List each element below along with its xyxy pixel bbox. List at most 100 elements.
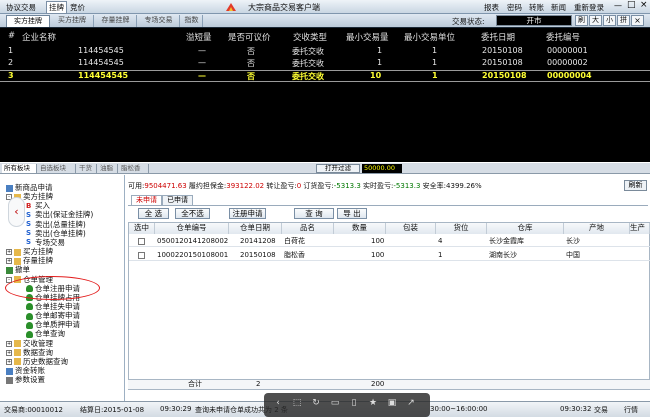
tree-item[interactable]: 资金转账	[6, 366, 45, 375]
tree-item[interactable]: 仓单邮寄申请	[26, 311, 80, 320]
column-header-producer[interactable]: 生产	[630, 223, 650, 234]
tree-item-label: 专场交易	[35, 237, 65, 247]
close-icon[interactable]: ×	[640, 0, 648, 10]
tree-item[interactable]: 仓单质押申请	[26, 320, 80, 329]
grid-icon[interactable]: ▣	[386, 397, 398, 409]
tree-item[interactable]: B 买入	[26, 201, 50, 210]
menu-listing[interactable]: 挂牌	[46, 1, 67, 14]
tree-item[interactable]: S 卖出(仓单挂牌)	[26, 229, 86, 238]
tree-item[interactable]: S 卖出(总量挂牌)	[26, 220, 86, 229]
tab-dry-goods[interactable]: 干货	[77, 164, 97, 173]
folder-icon	[14, 349, 21, 357]
tree-item[interactable]: + 买方挂牌	[6, 247, 53, 256]
share-icon[interactable]: ↗	[405, 397, 417, 409]
export-button[interactable]: 导 出	[337, 208, 367, 219]
doc-icon	[6, 184, 13, 192]
column-header-quantity[interactable]: 数量	[334, 223, 386, 234]
tree-item[interactable]: + 交收管理	[6, 339, 53, 348]
query-button[interactable]: 查 询	[294, 208, 334, 219]
column-header-receipt-no[interactable]: 仓单编号	[155, 223, 229, 234]
column-header-packing[interactable]: 包装	[386, 223, 436, 234]
tree-item-label: 新商品申请	[15, 183, 53, 192]
filter-value-box[interactable]: 50000.00	[362, 164, 402, 173]
warehouse-receipt-table	[128, 222, 650, 390]
tab-not-applied[interactable]: 未申请	[131, 195, 162, 205]
tab-stock-listing[interactable]: 存量挂牌	[95, 15, 137, 27]
font-large-button[interactable]: 大	[589, 15, 602, 26]
expand-icon[interactable]: +	[6, 340, 12, 347]
summary-quantity: 200	[371, 380, 385, 388]
tree-item[interactable]: 参数设置	[6, 375, 45, 384]
tree-item[interactable]: S 卖出(保证金挂牌)	[26, 210, 93, 219]
menu-news[interactable]: 新闻	[551, 2, 566, 13]
tab-applied[interactable]: 已申请	[162, 195, 193, 205]
tree-item[interactable]: + 历史数据查询	[6, 357, 68, 366]
minimize-icon[interactable]: —	[614, 1, 622, 10]
person-icon	[26, 330, 33, 338]
order-pl-value: -5313.3	[333, 182, 361, 190]
tree-item-label: 数据查询	[23, 347, 53, 357]
tree-item[interactable]: 新商品申请	[6, 183, 53, 192]
row-checkbox[interactable]	[138, 252, 145, 259]
rotate-icon[interactable]: ↻	[310, 397, 322, 409]
expand-icon[interactable]: +	[6, 349, 12, 356]
tree-item[interactable]: + 存量挂牌	[6, 256, 53, 265]
menu-report[interactable]: 报表	[484, 2, 499, 13]
column-header-product[interactable]: 品名	[282, 223, 334, 234]
prev-icon[interactable]: ‹	[272, 397, 284, 409]
folder-icon	[14, 358, 21, 366]
row-checkbox[interactable]	[138, 238, 145, 245]
tree-item-label: 卖方挂牌	[23, 192, 53, 202]
save-icon[interactable]: ▯	[348, 397, 360, 409]
b-icon: B	[26, 201, 32, 210]
tree-item[interactable]: 撤单	[6, 265, 30, 274]
tab-buyer-listing[interactable]: 买方挂牌	[51, 15, 94, 27]
quote-header-min-unit: 最小交易单位	[404, 33, 456, 43]
filter-toggle-button[interactable]: 打开过滤	[316, 164, 360, 173]
column-header-select[interactable]: 选中	[129, 223, 155, 234]
tab-seller-listing[interactable]: 实方挂牌	[6, 15, 50, 27]
quote-cell: 1	[8, 46, 14, 55]
expand-icon[interactable]: +	[6, 358, 12, 365]
tab-custom-board[interactable]: 自选板块	[38, 164, 76, 173]
maximize-icon[interactable]: □	[627, 0, 636, 10]
fit-icon[interactable]: ▭	[329, 397, 341, 409]
tree-item[interactable]: + 数据查询	[6, 348, 53, 357]
column-header-receipt-date[interactable]: 仓单日期	[229, 223, 282, 234]
quote-cell: 114454545	[78, 46, 124, 55]
menu-password[interactable]: 密码	[507, 2, 522, 13]
tab-all-boards[interactable]: 所有板块	[2, 164, 37, 173]
refresh-button[interactable]: 刷新	[624, 180, 647, 191]
menu-transfer[interactable]: 转账	[529, 2, 544, 13]
tab-rosin[interactable]: 脂松香	[119, 164, 149, 173]
tab-index[interactable]: 指数	[181, 15, 203, 27]
crop-icon[interactable]: ⬚	[291, 397, 303, 409]
tree-item[interactable]: 仓单查询	[26, 329, 65, 338]
column-header-origin[interactable]: 产地	[564, 223, 630, 234]
tree-item-label: 撤单	[15, 265, 30, 275]
folder-icon	[14, 340, 21, 348]
transfer-pl-value: 0	[296, 182, 302, 190]
column-header-location[interactable]: 货位	[436, 223, 487, 234]
star-icon[interactable]: ★	[367, 397, 379, 409]
select-all-button[interactable]: 全 选	[138, 208, 169, 219]
expand-icon[interactable]: +	[6, 249, 12, 256]
menu-bidding[interactable]: 竞价	[70, 2, 85, 13]
tree-item[interactable]: S 专场交易	[26, 238, 65, 247]
column-header-warehouse[interactable]: 仓库	[487, 223, 564, 234]
refresh-quote-button[interactable]: 刷	[575, 15, 588, 26]
menu-relogin[interactable]: 重新登录	[574, 2, 604, 13]
register-apply-button[interactable]: 注册申请	[229, 208, 266, 219]
pinyin-button[interactable]: 拼	[617, 15, 630, 26]
tab-oils[interactable]: 油脂	[98, 164, 118, 173]
deselect-all-button[interactable]: 全不选	[175, 208, 210, 219]
quote-cell: 00000001	[547, 46, 588, 55]
menu-protocol-trade[interactable]: 协议交易	[6, 2, 36, 13]
font-small-button[interactable]: 小	[603, 15, 616, 26]
back-arrow-icon[interactable]: ‹	[8, 197, 25, 227]
window-close-icon[interactable]: ×	[631, 15, 644, 26]
tree-item[interactable]: 仓单挂失申请	[26, 302, 80, 311]
tab-special-trade[interactable]: 专场交易	[138, 15, 180, 27]
quote-cell: —	[198, 46, 206, 55]
expand-icon[interactable]: +	[6, 258, 12, 265]
